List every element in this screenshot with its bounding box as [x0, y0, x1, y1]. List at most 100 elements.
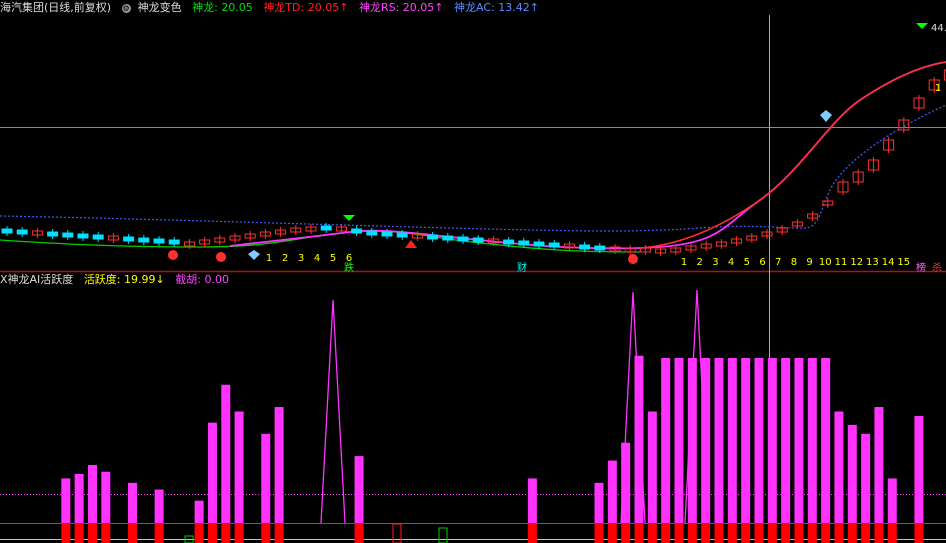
activity-bar [754, 357, 764, 523]
activity-bar-base [767, 523, 777, 543]
price-tag: 44. [931, 23, 946, 34]
value-shenlong: 神龙: 20.05 [192, 1, 253, 14]
hollow-bar [438, 527, 448, 543]
activity-bar-base [594, 523, 604, 543]
activity-bar [781, 357, 791, 523]
activity-bar [727, 357, 737, 523]
candle [579, 244, 591, 250]
activity-bar-base [674, 523, 684, 543]
candle [77, 233, 89, 239]
activity-bar [87, 465, 97, 523]
activity-bar [767, 357, 777, 523]
activity-bar [594, 482, 604, 523]
activity-bar [74, 473, 84, 523]
sequence-label-b: 12 [850, 257, 863, 268]
marker-one: 1 [935, 83, 941, 94]
candle [427, 234, 439, 240]
activity-bar-base [754, 523, 764, 543]
candle [1, 228, 13, 234]
sequence-label-b: 14 [882, 257, 895, 268]
activity-bar-base [887, 523, 897, 543]
activity-bar [874, 407, 884, 523]
sequence-label-a: 3 [298, 253, 304, 264]
activity-bar [821, 357, 831, 523]
activity-bar [101, 471, 111, 523]
activity-bar [741, 357, 751, 523]
candle [366, 230, 378, 236]
activity-bar [354, 456, 364, 523]
activity-bar-base [834, 523, 844, 543]
activity-bar [714, 357, 724, 523]
hollow-bar-red [392, 523, 402, 543]
activity-bar [527, 478, 537, 523]
sequence-label-b: 3 [712, 257, 718, 268]
stock-name[interactable]: 海汽集团(日线,前复权) [0, 1, 111, 14]
activity-bar-base [701, 523, 711, 543]
candle [168, 239, 180, 245]
activity-bar-base [861, 523, 871, 543]
candle [503, 239, 515, 245]
value-huoyuedu: 活跃度: 19.99↓ [83, 273, 165, 286]
indicator-name[interactable]: ⚙ 神龙变色 [121, 1, 182, 14]
top-header: 海汽集团(日线,前复权) ⚙ 神龙变色 神龙: 20.05 神龙TD: 20.05… [0, 0, 546, 16]
activity-bar-base [61, 523, 71, 543]
ma-blue-line [0, 104, 946, 232]
activity-bar [154, 489, 164, 523]
marker-bang: 榜 [916, 261, 926, 274]
sequence-label-a: 2 [282, 253, 288, 264]
sequence-label-a: 5 [330, 253, 336, 264]
sequence-label-b: 10 [819, 257, 832, 268]
activity-bar-base [194, 523, 204, 543]
ma-red-line [639, 61, 946, 249]
signal-ball-icon [628, 254, 638, 264]
activity-bar [261, 433, 271, 523]
candle [123, 236, 135, 242]
activity-bar-base [647, 523, 657, 543]
activity-bar-base [154, 523, 164, 543]
activity-bar-base [914, 523, 924, 543]
signal-ball-icon [168, 250, 178, 260]
activity-bar-base [607, 523, 617, 543]
activity-bar-base [714, 523, 724, 543]
sequence-label-b: 5 [744, 257, 750, 268]
sequence-label-b: 15 [897, 257, 910, 268]
activity-bar-base [234, 523, 244, 543]
activity-bar-base [634, 523, 644, 543]
activity-bar [607, 460, 617, 523]
activity-bar-base [101, 523, 111, 543]
candle [472, 237, 484, 243]
activity-bar [647, 411, 657, 523]
activity-bar [634, 355, 644, 523]
activity-bar [807, 357, 817, 523]
activity-bar [194, 500, 204, 523]
activity-bar-base [354, 523, 364, 543]
activity-bar-base [527, 523, 537, 543]
candle [92, 234, 104, 240]
candle [16, 229, 28, 235]
activity-bar-base [221, 523, 231, 543]
activity-bar [674, 357, 684, 523]
activity-bar-base [127, 523, 137, 543]
candle [533, 241, 545, 247]
activity-bar-base [87, 523, 97, 543]
activity-bar-base [661, 523, 671, 543]
sequence-label-b: 6 [759, 257, 765, 268]
candle [594, 245, 606, 251]
sequence-label-b: 9 [806, 257, 812, 268]
activity-bar-base [727, 523, 737, 543]
signal-ball-icon [216, 252, 226, 262]
activity-bar-base [874, 523, 884, 543]
diamond-icon [820, 110, 832, 122]
activity-bar-base [781, 523, 791, 543]
activity-bar-base [687, 523, 697, 543]
candle [138, 237, 150, 243]
up-arrow-icon [405, 240, 417, 248]
sequence-label-b: 4 [728, 257, 734, 268]
sequence-label-b: 7 [775, 257, 781, 268]
activity-bar-base [821, 523, 831, 543]
gear-icon[interactable]: ⚙ [121, 4, 131, 13]
green-arrow-icon-2 [916, 23, 928, 29]
indicator-name-bottom[interactable]: X神龙AI活跃度 [0, 273, 73, 286]
activity-bar [887, 478, 897, 523]
activity-bar [661, 357, 671, 523]
